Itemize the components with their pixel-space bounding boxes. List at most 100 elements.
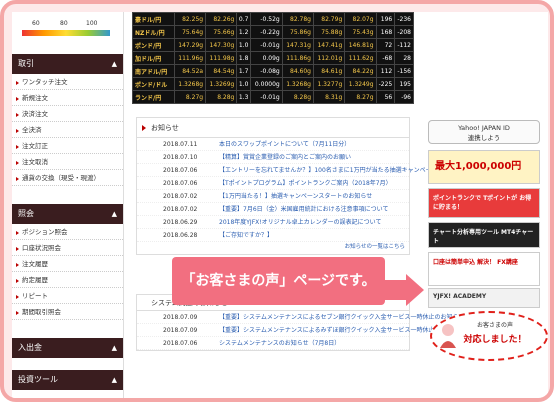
news-link[interactable]: 【精算】賞賞企業登録のご案内とご案内のお願い [219, 151, 351, 164]
sidebar-item-order-history[interactable]: 注文履歴 [12, 256, 123, 272]
system-news-list: 2018.07.09 【重要】システムメンテナンスによるセブン銀行クイック入金サー… [137, 311, 464, 350]
tpoint-banner-text: ポイントランクで Tポイントが お得に貯まる！ [433, 195, 532, 211]
rate-cell: 111.96g [173, 51, 207, 65]
collapse-icon: ▲ [111, 344, 117, 352]
news-link[interactable]: システムメンテナンスのお知らせ（7月8日） [219, 337, 340, 350]
news-item[interactable]: 2018.07.06 【エントリーを忘れてませんか？】100名さまに1万円が当たる… [137, 164, 485, 177]
academy-banner[interactable]: YJFX! ACADEMY [428, 288, 540, 308]
rate-cell: 75.88g [312, 25, 346, 39]
news-item[interactable]: 2018.06.29 2018年度YJFX!オリジナル卓上カレンダーの誤表記につい… [137, 216, 409, 229]
sidebar-item-repeat[interactable]: リピート [12, 288, 123, 304]
news-item[interactable]: 2018.07.10 【精算】賞賞企業登録のご案内とご案内のお願い [137, 151, 409, 164]
news-item[interactable]: 2018.07.09 【重要】システムメンテナンスによるセブン銀行クイック入金サー… [137, 311, 464, 324]
rate-cell: 0.0000g [250, 77, 283, 91]
rate-cell: 111.62g [344, 51, 377, 65]
rate-cell: 1.8 [236, 51, 252, 65]
tpoint-banner[interactable]: ポイントランクで Tポイントが お得に貯まる！ [428, 188, 540, 218]
collapse-icon: ▲ [111, 210, 117, 218]
rate-cell: 112 [375, 64, 396, 78]
rate-cell: 84.22g [344, 64, 377, 78]
sidebar-item-close-order[interactable]: 決済注文 [12, 106, 123, 122]
rate-row[interactable]: 南アドル/円 84.52a 84.54g 1.7 -0.08g 84.60g 84.61g 8… [132, 64, 414, 78]
sidebar-item-modify-order[interactable]: 注文訂正 [12, 138, 123, 154]
rate-cell: 111.86g [281, 51, 315, 65]
rate-cell: 72 [375, 38, 396, 52]
mt4-banner-text: チャート分析専用ツール MT4チャート [433, 229, 534, 245]
sidebar-item-currency-exchange[interactable]: 通貨の交換（現受・現渡） [12, 170, 123, 186]
news-item[interactable]: 2018.07.02 【重要】7月6日（金）米国雇用統計における注意事項について [137, 203, 409, 216]
sidebar-section-label: 取引 [18, 59, 34, 68]
news-date: 2018.06.28 [163, 232, 198, 239]
rate-cell: 1.2 [236, 25, 252, 39]
rate-cell: 75.43g [344, 25, 377, 39]
rate-row[interactable]: 豪ドル/円 82.25g 82.26g 0.7 -0.52g 82.78g 82.79g 82… [132, 12, 414, 26]
mt4-banner[interactable]: チャート分析専用ツール MT4チャート [428, 222, 540, 248]
yahoo-id-button[interactable]: Yahoo! JAPAN ID 連携しよう [428, 120, 540, 144]
news-link[interactable]: 【重要】7月6日（金）米国雇用統計における注意事項について [219, 203, 388, 216]
rate-cell: 1.3 [236, 90, 252, 104]
rate-cell: 84.52a [173, 64, 207, 78]
news-item[interactable]: 2018.07.09 【重要】システムメンテナンスによるみずほ銀行クイック入金サー… [137, 324, 464, 337]
sidebar-section-label: 照会 [18, 209, 34, 218]
rate-cell: 82.79g [312, 12, 346, 26]
sidebar-item-onetouch[interactable]: ワンタッチ注文 [12, 74, 123, 90]
callout-arrow-icon [380, 274, 424, 306]
rate-cell: -112 [394, 38, 414, 52]
news-link[interactable]: 【ご存知ですか？】 [219, 229, 273, 242]
news-more-link[interactable]: お知らせの一覧はこちら [345, 242, 405, 250]
rate-row[interactable]: NZドル/円 75.64g 75.66g 1.2 -0.22g 75.86g 75.88g 7… [132, 25, 414, 39]
rate-cell: 147.31g [281, 38, 315, 52]
rate-cell: 1.3268g [281, 77, 315, 91]
news-link[interactable]: 本日のスワップポイントについて（7月11日分） [219, 138, 350, 151]
news-item[interactable]: 2018.07.06 システムメンテナンスのお知らせ（7月8日） [137, 337, 409, 350]
rate-cell: 75.64g [173, 25, 207, 39]
news-item[interactable]: 2018.07.11 本日のスワップポイントについて（7月11日分） [137, 138, 409, 151]
sidebar-item-close-all[interactable]: 全決済 [12, 122, 123, 138]
news-link[interactable]: 【Tポイントプログラム】ポイントランクご案内（2018年7月） [219, 177, 392, 190]
sidebar-section-deposit[interactable]: 入出金 ▲ [12, 338, 123, 358]
sidebar-section-label: 入出金 [18, 343, 42, 352]
sidebar-section-inquiry[interactable]: 照会 ▲ [12, 204, 123, 224]
callout-banner: 「お客さまの声」ページです。 [172, 257, 385, 305]
gauge-label-80: 80 [60, 20, 68, 27]
sidebar-section-trade[interactable]: 取引 ▲ [12, 54, 123, 74]
news-date: 2018.07.02 [163, 206, 198, 213]
news-date: 2018.07.09 [163, 327, 198, 334]
rate-row[interactable]: ポンド/円 147.29g 147.30g 1.0 -0.01g 147.31g 147.4… [132, 38, 414, 52]
sidebar-item-cancel-order[interactable]: 注文取消 [12, 154, 123, 170]
news-item[interactable]: 2018.06.28 【ご存知ですか？】 [137, 229, 409, 242]
rate-cell: 147.30g [205, 38, 238, 52]
sidebar-item-execution-history[interactable]: 約定履歴 [12, 272, 123, 288]
rate-row[interactable]: ポンド/ドル 1.3268g 1.3269g 1.0 0.0000g 1.3268g 1.3… [132, 77, 414, 91]
rate-cell: 56 [375, 90, 396, 104]
rate-cell: -225 [375, 77, 396, 91]
rate-cell: 1.3249g [344, 77, 377, 91]
sidebar-item-period-trade[interactable]: 期間取引照会 [12, 304, 123, 320]
customer-voice-sub: 対応しました！ [463, 335, 527, 345]
rate-cell: -156 [394, 64, 414, 78]
sidebar-item-account-status[interactable]: 口座状況照会 [12, 240, 123, 256]
sidebar-item-position[interactable]: ポジション照会 [12, 224, 123, 240]
rate-cell: 0.09g [250, 51, 283, 65]
rate-cell: 8.31g [312, 90, 346, 104]
currency-pair: NZドル/円 [132, 25, 175, 39]
gauge-area: 60 80 100 [12, 12, 123, 42]
rate-cell: 1.3268g [173, 77, 207, 91]
rate-cell: 1.0 [236, 77, 252, 91]
news-item[interactable]: 2018.07.06 【Tポイントプログラム】ポイントランクご案内（2018年7月… [137, 177, 409, 190]
news-date: 2018.07.02 [163, 193, 198, 200]
rate-cell: 0.7 [236, 12, 252, 26]
rate-cell: 112.01g [312, 51, 346, 65]
news-item[interactable]: 2018.07.02 【1万円当たる！】抽選キャンペーンスタートのお知らせ [137, 190, 409, 203]
sidebar-section-tools[interactable]: 投資ツール ▲ [12, 370, 123, 390]
rate-cell: 84.54g [205, 64, 238, 78]
news-link[interactable]: 【1万円当たる！】抽選キャンペーンスタートのお知らせ [219, 190, 372, 203]
rate-row[interactable]: ランド/円 8.27g 8.28g 1.3 -0.01g 8.28g 8.31g 8.27g 5… [132, 90, 414, 104]
news-link[interactable]: 2018年度YJFX!オリジナル卓上カレンダーの誤表記について [219, 216, 382, 229]
campaign-banner[interactable]: 最大1,000,000円 [428, 150, 540, 184]
rate-row[interactable]: 加ドル/円 111.96g 111.98g 1.8 0.09g 111.86g 112.01… [132, 51, 414, 65]
customer-voice-button[interactable]: お客さまの声 対応しました！ [452, 320, 538, 354]
sidebar-item-new-order[interactable]: 新規注文 [12, 90, 123, 106]
fx-course-banner[interactable]: 口座は簡単申込 解決！ FX講座 [428, 252, 540, 286]
rate-cell: 111.98g [205, 51, 238, 65]
